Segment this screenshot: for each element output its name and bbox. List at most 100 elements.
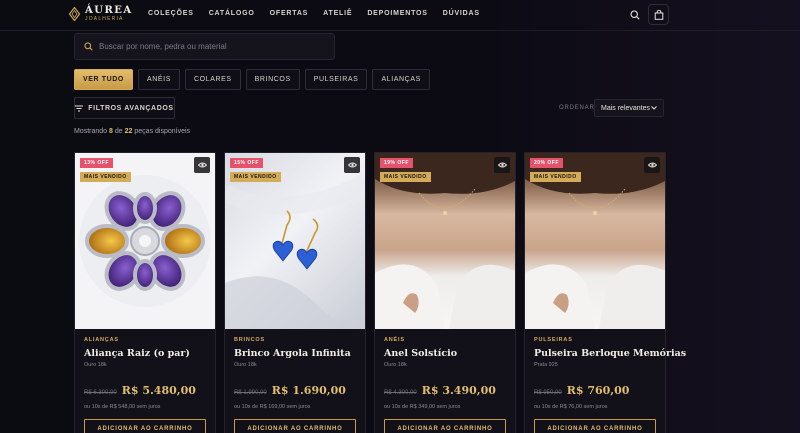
results-total: 22	[124, 128, 133, 135]
diamond-logo-icon	[69, 7, 80, 21]
advanced-filters-label: FILTROS AVANÇADOS	[88, 104, 174, 112]
sort-value: Mais relevantes	[601, 104, 651, 112]
chevron-down-icon	[651, 106, 657, 110]
product-material: Ouro 18k	[384, 362, 407, 368]
quick-view-button[interactable]	[344, 157, 360, 173]
old-price: R$ 6.300,00	[84, 390, 117, 396]
product-material: Prata 925	[534, 362, 558, 368]
filter-chip-pulseiras[interactable]: PULSEIRAS	[304, 69, 368, 90]
best-seller-badge: MAIS VENDIDO	[80, 172, 131, 182]
product-material: Ouro 18k	[84, 362, 107, 368]
installments: ou 10x de R$ 548,00 sem juros	[84, 404, 161, 410]
search-icon	[630, 10, 640, 20]
add-to-cart-button[interactable]: ADICIONAR AO CARRINHO	[534, 419, 656, 433]
product-category: PULSEIRAS	[534, 337, 573, 343]
discount-badge: 13% OFF	[80, 158, 113, 168]
header-search-button[interactable]	[627, 7, 643, 23]
product-name[interactable]: Anel Solstício	[384, 348, 506, 359]
old-price: R$ 1.990,00	[234, 390, 267, 396]
filter-chip-aneis[interactable]: ANÉIS	[137, 69, 180, 90]
best-seller-badge: MAIS VENDIDO	[230, 172, 281, 182]
product-grid: 13% OFF MAIS VENDIDO ALIANÇAS Aliança Ra…	[74, 152, 686, 433]
nav-link-ofertas[interactable]: OFERTAS	[270, 10, 309, 17]
current-price: R$ 760,00	[566, 384, 630, 397]
old-price: R$ 4.300,00	[384, 390, 417, 396]
installments: ou 10x de R$ 76,00 sem juros	[534, 404, 608, 410]
current-price: R$ 1.690,00	[271, 384, 346, 397]
product-image-model[interactable]: 20% OFF MAIS VENDIDO	[525, 153, 665, 329]
product-name[interactable]: Aliança Raiz (o par)	[84, 348, 206, 359]
results-suffix: peças disponíveis	[134, 128, 191, 135]
nav-link-depoimentos[interactable]: DEPOIMENTOS	[367, 10, 427, 17]
product-image-ring[interactable]: 13% OFF MAIS VENDIDO	[75, 153, 215, 329]
sort-select[interactable]: Mais relevantes	[594, 99, 664, 117]
results-of: de	[114, 128, 123, 135]
filter-lines-icon	[75, 105, 84, 111]
product-info: ALIANÇAS Aliança Raiz (o par) Ouro 18k R…	[75, 329, 215, 433]
product-info: PULSEIRAS Pulseira Berloque Memórias Pra…	[525, 329, 686, 433]
installments: ou 10x de R$ 169,00 sem juros	[234, 404, 311, 410]
site-header: ÁUREA JOALHERIA COLEÇÕES CATÁLOGO OFERTA…	[0, 0, 800, 31]
eye-icon	[647, 162, 657, 168]
results-count: Mostrando 8 de 22 peças disponíveis	[74, 128, 190, 135]
eye-icon	[497, 162, 507, 168]
product-name[interactable]: Pulseira Berloque Memórias	[534, 348, 686, 359]
product-prices: R$ 950,00 R$ 760,00	[534, 384, 656, 397]
product-search	[74, 33, 335, 60]
filter-chip-all[interactable]: VER TUDO	[74, 69, 133, 90]
product-image-model[interactable]: 19% OFF MAIS VENDIDO	[375, 153, 515, 329]
discount-badge: 15% OFF	[230, 158, 263, 168]
current-price: R$ 5.480,00	[121, 384, 196, 397]
search-icon	[84, 42, 93, 51]
discount-badge: 19% OFF	[380, 158, 413, 168]
brand-name: ÁUREA	[85, 5, 133, 16]
nav-link-atelie[interactable]: ATELIÊ	[323, 10, 352, 17]
product-category: ALIANÇAS	[84, 337, 119, 343]
product-info: BRINCOS Brinco Argola Infinita Ouro 18k …	[225, 329, 365, 433]
installments: ou 10x de R$ 349,00 sem juros	[384, 404, 461, 410]
product-prices: R$ 6.300,00 R$ 5.480,00	[84, 384, 206, 397]
product-prices: R$ 1.990,00 R$ 1.690,00	[234, 384, 356, 397]
product-category: ANÉIS	[384, 337, 405, 343]
add-to-cart-button[interactable]: ADICIONAR AO CARRINHO	[84, 419, 206, 433]
add-to-cart-button[interactable]: ADICIONAR AO CARRINHO	[384, 419, 506, 433]
old-price: R$ 950,00	[534, 390, 562, 396]
nav-link-colecoes[interactable]: COLEÇÕES	[148, 10, 194, 17]
current-price: R$ 3.490,00	[421, 384, 496, 397]
category-filters: VER TUDO ANÉIS COLARES BRINCOS PULSEIRAS…	[74, 69, 430, 90]
search-input[interactable]	[99, 42, 319, 51]
quick-view-button[interactable]	[644, 157, 660, 173]
product-image-earrings[interactable]: 15% OFF MAIS VENDIDO	[225, 153, 365, 329]
product-card[interactable]: 20% OFF MAIS VENDIDO PULSEIRAS Pulseira …	[524, 152, 686, 433]
filter-chip-colares[interactable]: COLARES	[185, 69, 241, 90]
product-card[interactable]: 15% OFF MAIS VENDIDO BRINCOS Brinco Argo…	[224, 152, 366, 433]
product-name[interactable]: Brinco Argola Infinita	[234, 348, 356, 359]
best-seller-badge: MAIS VENDIDO	[380, 172, 431, 182]
brand-logo[interactable]: ÁUREA JOALHERIA	[69, 6, 133, 22]
product-prices: R$ 4.300,00 R$ 3.490,00	[384, 384, 506, 397]
results-prefix: Mostrando	[74, 128, 108, 135]
discount-badge: 20% OFF	[530, 158, 563, 168]
sort-label: ORDENAR	[559, 105, 595, 111]
product-card[interactable]: 19% OFF MAIS VENDIDO ANÉIS Anel Solstíci…	[374, 152, 516, 433]
eye-icon	[347, 162, 357, 168]
product-info: ANÉIS Anel Solstício Ouro 18k R$ 4.300,0…	[375, 329, 515, 433]
product-material: Ouro 18k	[234, 362, 257, 368]
brand-tagline: JOALHERIA	[85, 16, 124, 22]
cart-button[interactable]	[648, 4, 669, 25]
advanced-filters-button[interactable]: FILTROS AVANÇADOS	[74, 97, 175, 119]
quick-view-button[interactable]	[494, 157, 510, 173]
quick-view-button[interactable]	[194, 157, 210, 173]
nav-link-duvidas[interactable]: DÚVIDAS	[443, 10, 480, 17]
best-seller-badge: MAIS VENDIDO	[530, 172, 581, 182]
nav-link-catalogo[interactable]: CATÁLOGO	[209, 10, 255, 17]
filter-chip-brincos[interactable]: BRINCOS	[245, 69, 300, 90]
main-nav: COLEÇÕES CATÁLOGO OFERTAS ATELIÊ DEPOIME…	[148, 10, 495, 17]
eye-icon	[197, 162, 207, 168]
results-shown: 8	[109, 128, 113, 135]
filter-chip-aliancas[interactable]: ALIANÇAS	[372, 69, 430, 90]
shopping-bag-icon	[654, 9, 663, 20]
add-to-cart-button[interactable]: ADICIONAR AO CARRINHO	[234, 419, 356, 433]
product-card[interactable]: 13% OFF MAIS VENDIDO ALIANÇAS Aliança Ra…	[74, 152, 216, 433]
product-category: BRINCOS	[234, 337, 265, 343]
